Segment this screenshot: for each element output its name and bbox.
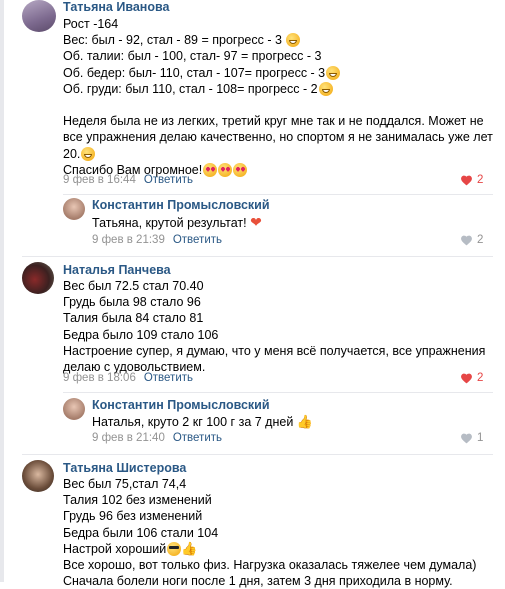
text-line: Рост -164 <box>63 17 119 31</box>
heart-icon <box>461 235 472 246</box>
thumbs-up-emoji: 👍 <box>296 414 313 429</box>
comment-time[interactable]: 9 фев в 16:44 <box>63 174 136 186</box>
comment-meta: 9 фев в 18:06 Ответить <box>63 372 193 384</box>
text-line: Об. бедер: был- 110, стал - 107= прогрес… <box>63 65 493 81</box>
comment-meta: 9 фев в 16:44 Ответить <box>63 174 193 186</box>
avatar[interactable] <box>22 0 56 32</box>
text-line: Все хорошо, вот только физ. Нагрузка ока… <box>63 557 477 572</box>
like-count: 1 <box>477 432 484 444</box>
comment-author[interactable]: Татьяна Шистерова <box>63 461 186 475</box>
divider <box>63 194 493 195</box>
avatar[interactable] <box>63 198 85 220</box>
text-line: все упражнения делаю качественно, но спо… <box>63 130 493 145</box>
like-button[interactable]: 2 <box>460 234 483 246</box>
comment-text: Наталья, круто 2 кг 100 г за 7 дней 👍 <box>92 414 313 430</box>
comment-author[interactable]: Татьяна Иванова <box>63 0 169 14</box>
like-button[interactable]: 1 <box>460 432 483 444</box>
divider <box>63 392 493 393</box>
text-line: Бедра были 106 стали 104 <box>63 525 219 540</box>
reply-button[interactable]: Ответить <box>144 174 193 186</box>
text-line: Неделя была не из легких, третий круг мн… <box>63 114 484 129</box>
grin-emoji <box>318 81 333 96</box>
cool-emoji <box>167 541 182 556</box>
comment-time[interactable]: 9 фев в 21:39 <box>92 234 165 246</box>
text-line: Грудь 96 без изменений <box>63 509 203 524</box>
avatar[interactable] <box>22 460 54 492</box>
red-heart-emoji: ❤ <box>250 214 262 230</box>
comment-time[interactable]: 9 фев в 21:40 <box>92 432 165 444</box>
comment-text: Вес был 75,стал 74,4 Талия 102 без измен… <box>63 476 476 589</box>
divider <box>22 256 493 257</box>
comment-author[interactable]: Константин Промысловский <box>92 398 270 412</box>
grin-emoji <box>81 146 96 161</box>
text-line: Бедра было 109 стало 106 <box>63 327 219 342</box>
heart-icon <box>461 433 472 444</box>
comment-meta: 9 фев в 21:40 Ответить <box>92 432 222 444</box>
text-line: 20. <box>63 146 493 162</box>
left-border <box>0 0 4 582</box>
text-line: Настрой хороший 👍 <box>63 540 198 556</box>
text-line: Грудь была 98 стало 96 <box>63 295 201 310</box>
reply-button[interactable]: Ответить <box>173 432 222 444</box>
comment-text: Рост -164 Вес: был - 92, стал - 89 = про… <box>63 16 493 178</box>
like-count: 2 <box>477 174 484 186</box>
heart-eyes-emoji <box>233 162 248 177</box>
text-line: Настроение супер, я думаю, что у меня вс… <box>63 343 486 358</box>
like-count: 2 <box>477 372 484 384</box>
text-line: Вес: был - 92, стал - 89 = прогресс - 3 <box>63 32 493 48</box>
heart-icon <box>461 373 472 384</box>
comment-author[interactable]: Константин Промысловский <box>92 198 270 212</box>
avatar[interactable] <box>22 262 54 294</box>
comment-time[interactable]: 9 фев в 18:06 <box>63 372 136 384</box>
grin-emoji <box>286 33 301 48</box>
heart-eyes-emoji <box>218 162 233 177</box>
avatar[interactable] <box>63 398 85 420</box>
comment-text: Вес был 72.5 стал 70.40 Грудь была 98 ст… <box>63 278 485 375</box>
text-line: Сначала болели ноги после 1 дня, затем 3… <box>63 574 453 589</box>
comment-author[interactable]: Наталья Панчева <box>63 263 171 277</box>
text-line: Талия была 84 стало 81 <box>63 311 204 326</box>
like-count: 2 <box>477 234 484 246</box>
comment-text: Татьяна, крутой результат! ❤ <box>92 214 262 230</box>
comment-meta: 9 фев в 21:39 Ответить <box>92 234 222 246</box>
thumbs-up-emoji: 👍 <box>181 540 198 556</box>
heart-eyes-emoji <box>203 162 218 177</box>
like-button[interactable]: 2 <box>460 372 483 384</box>
divider <box>22 454 493 455</box>
text-line: Об. талии: был - 100, стал- 97 = прогрес… <box>63 49 322 64</box>
text-line: Вес был 75,стал 74,4 <box>63 477 187 491</box>
text-line: Наталья, круто 2 кг 100 г за 7 дней 👍 <box>92 414 313 429</box>
text-line: Вес был 72.5 стал 70.40 <box>63 279 204 293</box>
text-line: Об. груди: был 110, стал - 108= прогресс… <box>63 81 493 97</box>
reply-button[interactable]: Ответить <box>173 234 222 246</box>
text-line: Татьяна, крутой результат! ❤ <box>92 214 262 230</box>
heart-icon <box>461 175 472 186</box>
reply-button[interactable]: Ответить <box>144 372 193 384</box>
grin-emoji <box>326 65 341 80</box>
text-line <box>63 97 493 113</box>
like-button[interactable]: 2 <box>460 174 483 186</box>
text-line: Талия 102 без изменений <box>63 493 212 508</box>
